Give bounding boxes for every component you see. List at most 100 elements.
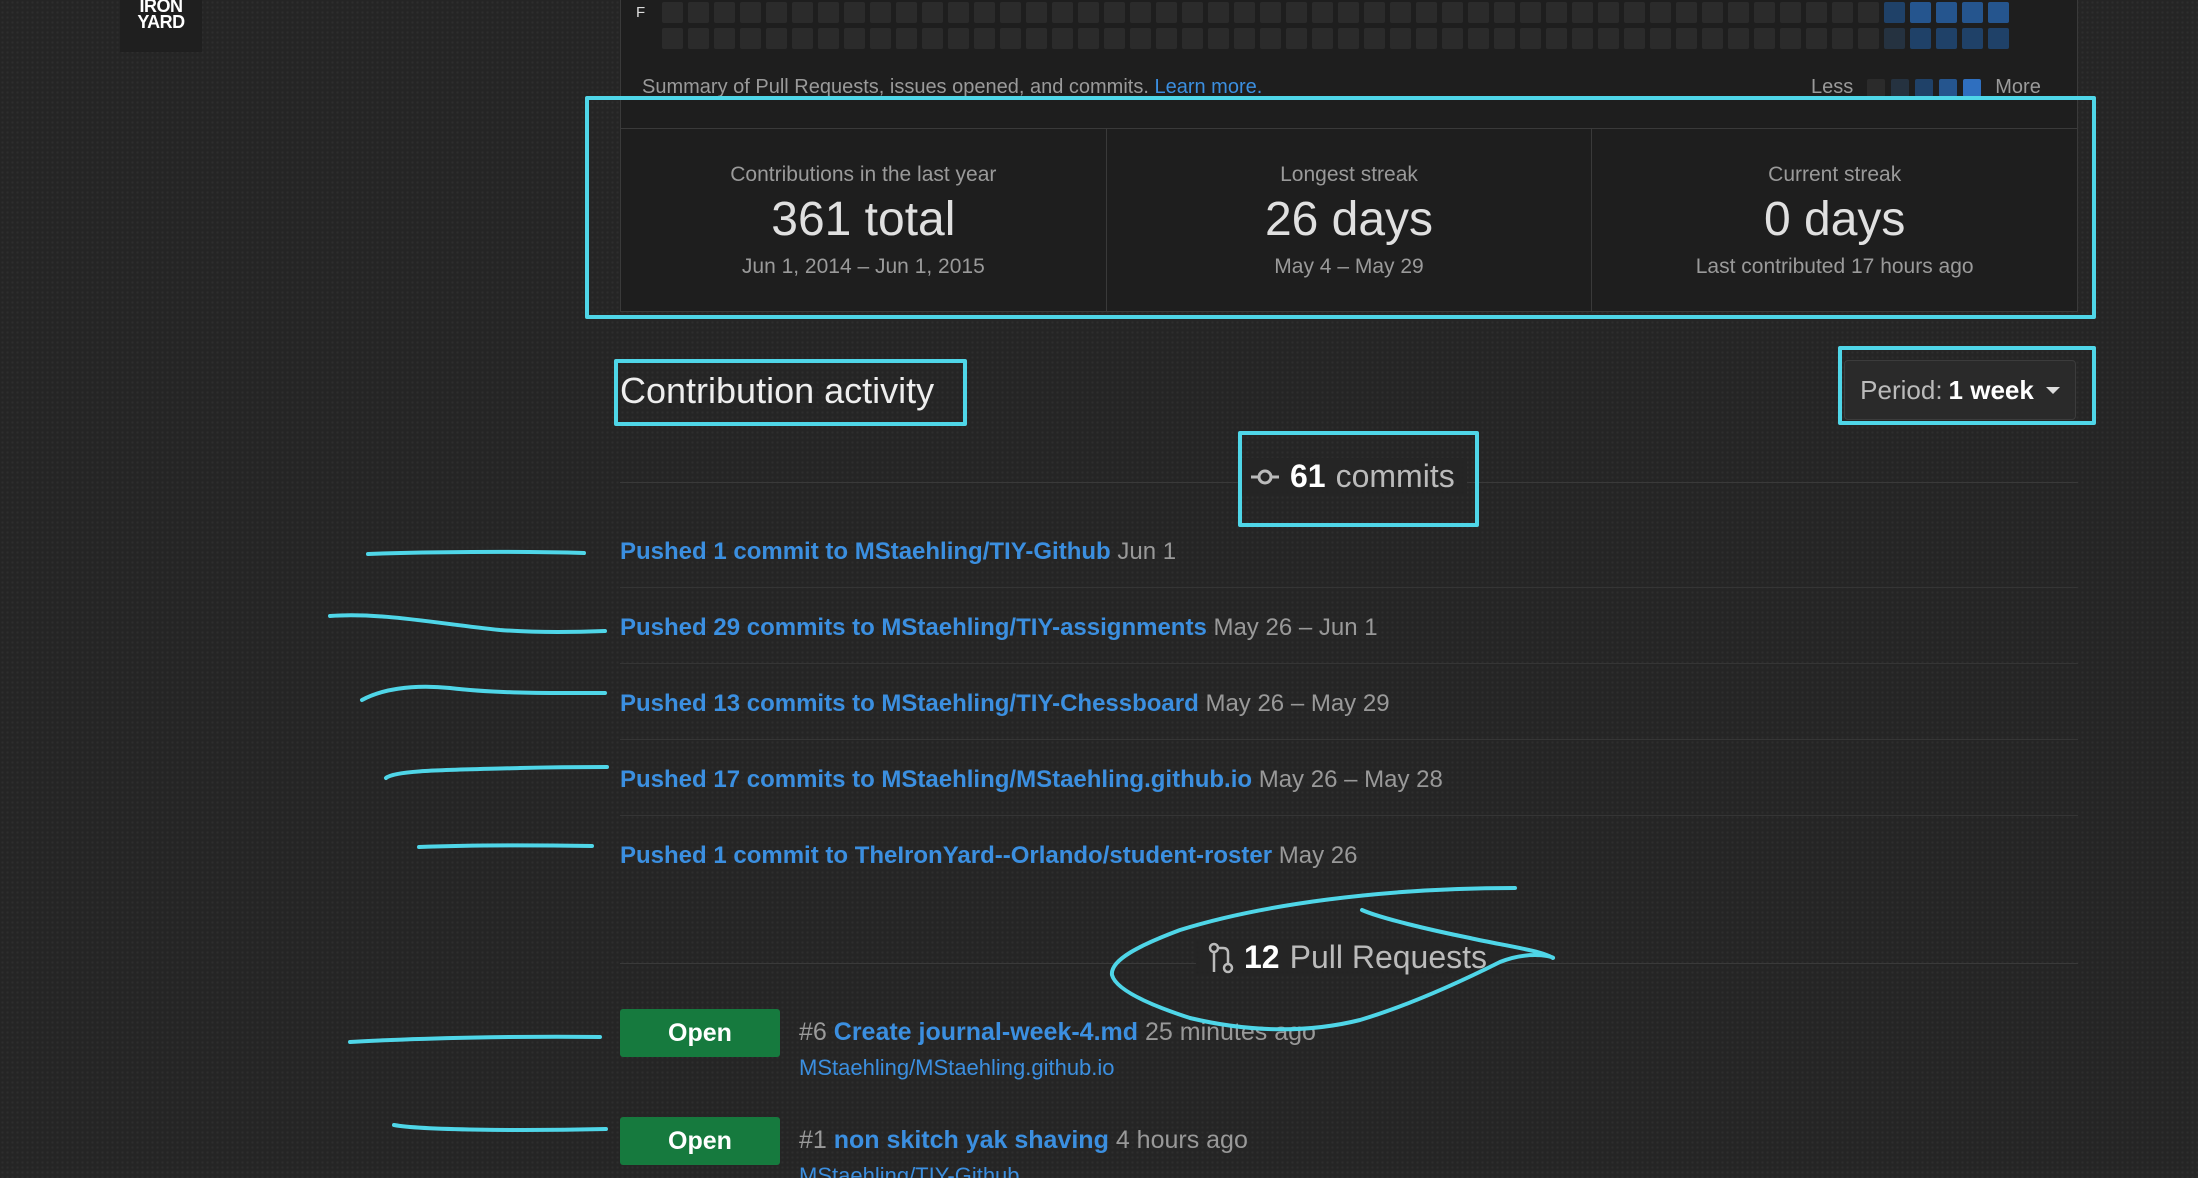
contribution-day-cell[interactable] — [1988, 28, 2009, 49]
contribution-day-cell[interactable] — [1208, 2, 1229, 23]
contribution-day-cell[interactable] — [1416, 2, 1437, 23]
contribution-day-cell[interactable] — [1598, 28, 1619, 49]
contribution-day-cell[interactable] — [1104, 28, 1125, 49]
contribution-day-cell[interactable] — [1234, 2, 1255, 23]
contribution-day-cell[interactable] — [1936, 28, 1957, 49]
contribution-day-cell[interactable] — [1546, 28, 1567, 49]
contribution-day-cell[interactable] — [1546, 2, 1567, 23]
contribution-day-cell[interactable] — [1130, 2, 1151, 23]
contribution-day-cell[interactable] — [1780, 28, 1801, 49]
contribution-day-cell[interactable] — [844, 28, 865, 49]
contribution-day-cell[interactable] — [1832, 2, 1853, 23]
contribution-day-cell[interactable] — [1416, 28, 1437, 49]
contribution-day-cell[interactable] — [1702, 28, 1723, 49]
contribution-day-cell[interactable] — [1754, 2, 1775, 23]
contribution-day-cell[interactable] — [1858, 2, 1879, 23]
contribution-day-cell[interactable] — [1962, 2, 1983, 23]
contribution-day-cell[interactable] — [1728, 2, 1749, 23]
contribution-day-cell[interactable] — [1650, 2, 1671, 23]
contribution-day-cell[interactable] — [1962, 28, 1983, 49]
contribution-day-cell[interactable] — [1936, 2, 1957, 23]
contribution-day-cell[interactable] — [714, 2, 735, 23]
contribution-day-cell[interactable] — [974, 28, 995, 49]
pull-request-repo[interactable]: MStaehling/TIY-Github — [799, 1163, 1020, 1178]
contribution-day-cell[interactable] — [1364, 2, 1385, 23]
contribution-day-cell[interactable] — [662, 2, 683, 23]
pull-request-title[interactable]: non skitch yak shaving — [834, 1126, 1109, 1154]
commit-link[interactable]: Pushed 17 commits to MStaehling/MStaehli… — [620, 766, 1252, 793]
contribution-day-cell[interactable] — [1988, 2, 2009, 23]
contribution-day-cell[interactable] — [922, 2, 943, 23]
contribution-day-cell[interactable] — [1494, 2, 1515, 23]
commit-link[interactable]: Pushed 1 commit to MStaehling/TIY-Github — [620, 538, 1111, 565]
contribution-day-cell[interactable] — [1026, 28, 1047, 49]
pull-request-title[interactable]: Create journal-week-4.md — [834, 1018, 1138, 1046]
contribution-day-cell[interactable] — [1260, 28, 1281, 49]
contribution-day-cell[interactable] — [792, 2, 813, 23]
contribution-day-cell[interactable] — [1806, 2, 1827, 23]
contribution-day-cell[interactable] — [1520, 2, 1541, 23]
contribution-day-cell[interactable] — [818, 28, 839, 49]
contribution-day-cell[interactable] — [1156, 2, 1177, 23]
contribution-day-cell[interactable] — [1468, 28, 1489, 49]
contribution-day-cell[interactable] — [1286, 28, 1307, 49]
contribution-day-cell[interactable] — [766, 28, 787, 49]
contribution-day-cell[interactable] — [1286, 2, 1307, 23]
contribution-day-cell[interactable] — [1858, 28, 1879, 49]
contribution-day-cell[interactable] — [740, 2, 761, 23]
contribution-day-cell[interactable] — [688, 28, 709, 49]
contribution-day-cell[interactable] — [1390, 28, 1411, 49]
contribution-day-cell[interactable] — [1780, 2, 1801, 23]
contribution-day-cell[interactable] — [1156, 28, 1177, 49]
contribution-day-cell[interactable] — [1806, 28, 1827, 49]
contribution-day-cell[interactable] — [844, 2, 865, 23]
contribution-day-cell[interactable] — [1468, 2, 1489, 23]
contribution-day-cell[interactable] — [1624, 2, 1645, 23]
contribution-day-cell[interactable] — [1390, 2, 1411, 23]
contribution-day-cell[interactable] — [1494, 28, 1515, 49]
contribution-day-cell[interactable] — [818, 2, 839, 23]
contribution-day-cell[interactable] — [948, 28, 969, 49]
contribution-day-cell[interactable] — [870, 2, 891, 23]
contribution-day-cell[interactable] — [1338, 2, 1359, 23]
iron-yard-logo[interactable]: IRON YARD — [120, 0, 202, 52]
contribution-day-cell[interactable] — [1650, 28, 1671, 49]
contribution-day-cell[interactable] — [948, 2, 969, 23]
contribution-day-cell[interactable] — [1728, 28, 1749, 49]
contribution-day-cell[interactable] — [1078, 28, 1099, 49]
contribution-day-cell[interactable] — [896, 2, 917, 23]
contribution-day-cell[interactable] — [1442, 28, 1463, 49]
contribution-day-cell[interactable] — [1572, 28, 1593, 49]
contribution-day-cell[interactable] — [1676, 2, 1697, 23]
contribution-day-cell[interactable] — [1910, 2, 1931, 23]
contribution-day-cell[interactable] — [766, 2, 787, 23]
learn-more-link[interactable]: Learn more. — [1154, 76, 1262, 98]
contribution-day-cell[interactable] — [1208, 28, 1229, 49]
contribution-day-cell[interactable] — [662, 28, 683, 49]
contribution-day-cell[interactable] — [1130, 28, 1151, 49]
contribution-day-cell[interactable] — [1884, 2, 1905, 23]
contribution-day-cell[interactable] — [688, 2, 709, 23]
contribution-day-cell[interactable] — [1442, 2, 1463, 23]
contribution-day-cell[interactable] — [1000, 2, 1021, 23]
contribution-day-cell[interactable] — [870, 28, 891, 49]
contribution-day-cell[interactable] — [1338, 28, 1359, 49]
contribution-day-cell[interactable] — [1052, 2, 1073, 23]
period-dropdown[interactable]: Period: 1 week — [1844, 360, 2076, 420]
contribution-day-cell[interactable] — [1234, 28, 1255, 49]
contribution-day-cell[interactable] — [1702, 2, 1723, 23]
contribution-day-cell[interactable] — [1520, 28, 1541, 49]
contribution-day-cell[interactable] — [1260, 2, 1281, 23]
contribution-day-cell[interactable] — [922, 28, 943, 49]
contribution-day-cell[interactable] — [1624, 28, 1645, 49]
contribution-day-cell[interactable] — [1910, 28, 1931, 49]
contribution-day-cell[interactable] — [1312, 2, 1333, 23]
contribution-day-cell[interactable] — [1026, 2, 1047, 23]
contribution-day-cell[interactable] — [1832, 28, 1853, 49]
contribution-day-cell[interactable] — [714, 28, 735, 49]
contribution-day-cell[interactable] — [974, 2, 995, 23]
contribution-day-cell[interactable] — [792, 28, 813, 49]
contribution-day-cell[interactable] — [1572, 2, 1593, 23]
contribution-day-cell[interactable] — [1182, 2, 1203, 23]
contribution-day-cell[interactable] — [1104, 2, 1125, 23]
